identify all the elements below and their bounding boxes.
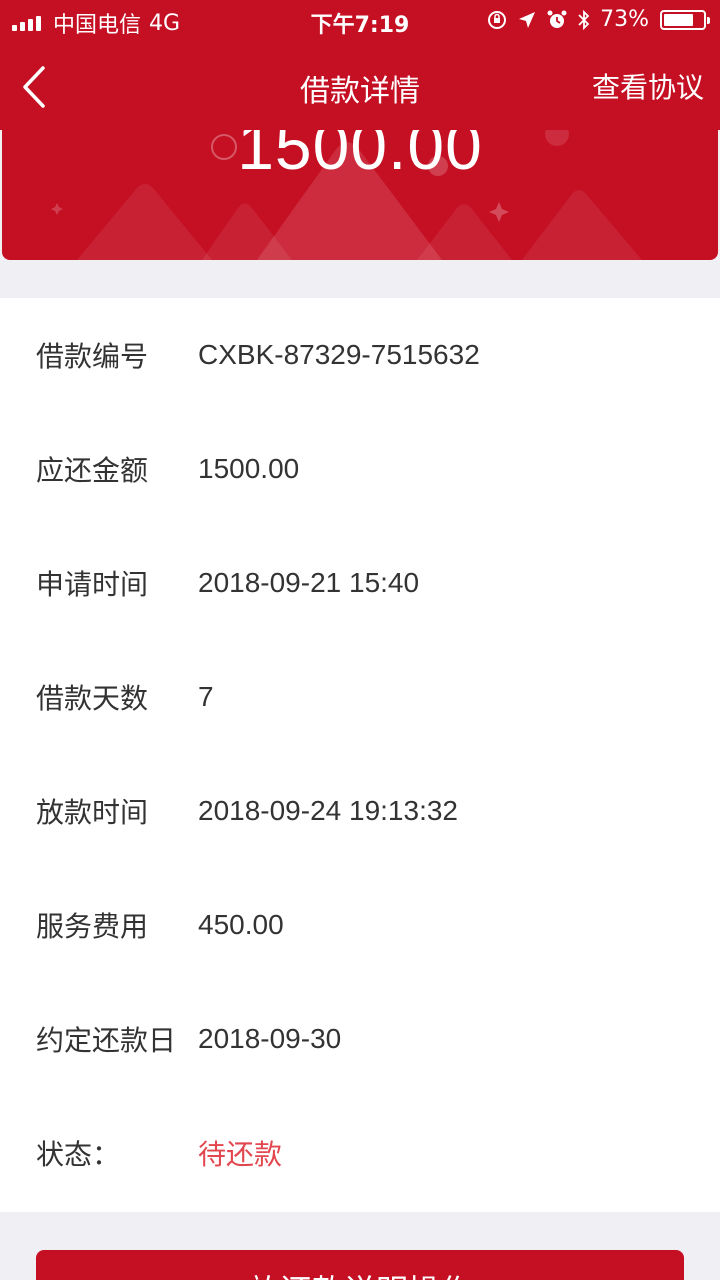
- status-badge: 待还款: [198, 1138, 283, 1171]
- status-bar: 中国电信 4G 下午7:19 73%: [0, 0, 720, 40]
- detail-value: 2018-09-30: [198, 1023, 342, 1054]
- detail-value: CXBK-87329-7515632: [198, 339, 480, 370]
- detail-label: 借款编号: [36, 340, 149, 373]
- detail-value: 1500.00: [198, 453, 300, 484]
- detail-label: 状态：: [36, 1138, 121, 1171]
- bluetooth-icon: [578, 9, 590, 30]
- loan-details-list: 借款编号 CXBK-87329-7515632 应还金额 1500.00 申请时…: [0, 298, 720, 1212]
- battery-percent: 73%: [600, 7, 649, 32]
- detail-value: 2018-09-24 19:13:32: [198, 795, 458, 826]
- orientation-lock-icon: [488, 10, 507, 29]
- detail-label: 借款天数: [36, 682, 149, 715]
- detail-row-disburse-time: 放款时间 2018-09-24 19:13:32: [0, 754, 720, 868]
- location-icon: [519, 11, 536, 28]
- battery-icon: [660, 9, 710, 30]
- repayment-instructions-button[interactable]: 放还款说明操作: [36, 1250, 684, 1280]
- detail-row-loan-number: 借款编号 CXBK-87329-7515632: [0, 298, 720, 412]
- status-bar-right: 73%: [486, 7, 710, 32]
- detail-label: 应还金额: [36, 454, 149, 487]
- detail-label: 放款时间: [36, 796, 149, 829]
- detail-row-due-date: 约定还款日 2018-09-30: [0, 982, 720, 1096]
- view-agreement-link[interactable]: 查看协议: [592, 66, 704, 106]
- detail-value: 7: [198, 681, 214, 712]
- detail-row-loan-days: 借款天数 7: [0, 640, 720, 754]
- detail-value: 450.00: [198, 909, 284, 940]
- detail-label: 约定还款日: [36, 1024, 177, 1057]
- detail-row-service-fee: 服务费用 450.00: [0, 868, 720, 982]
- detail-row-apply-time: 申请时间 2018-09-21 15:40: [0, 526, 720, 640]
- detail-label: 申请时间: [36, 568, 149, 601]
- detail-row-status: 状态： 待还款: [0, 1096, 720, 1210]
- navigation-bar: 借款详情 查看协议: [0, 40, 720, 130]
- detail-value: 2018-09-21 15:40: [198, 567, 420, 598]
- detail-label: 服务费用: [36, 910, 149, 943]
- alarm-icon: [547, 10, 567, 28]
- detail-row-amount-due: 应还金额 1500.00: [0, 412, 720, 526]
